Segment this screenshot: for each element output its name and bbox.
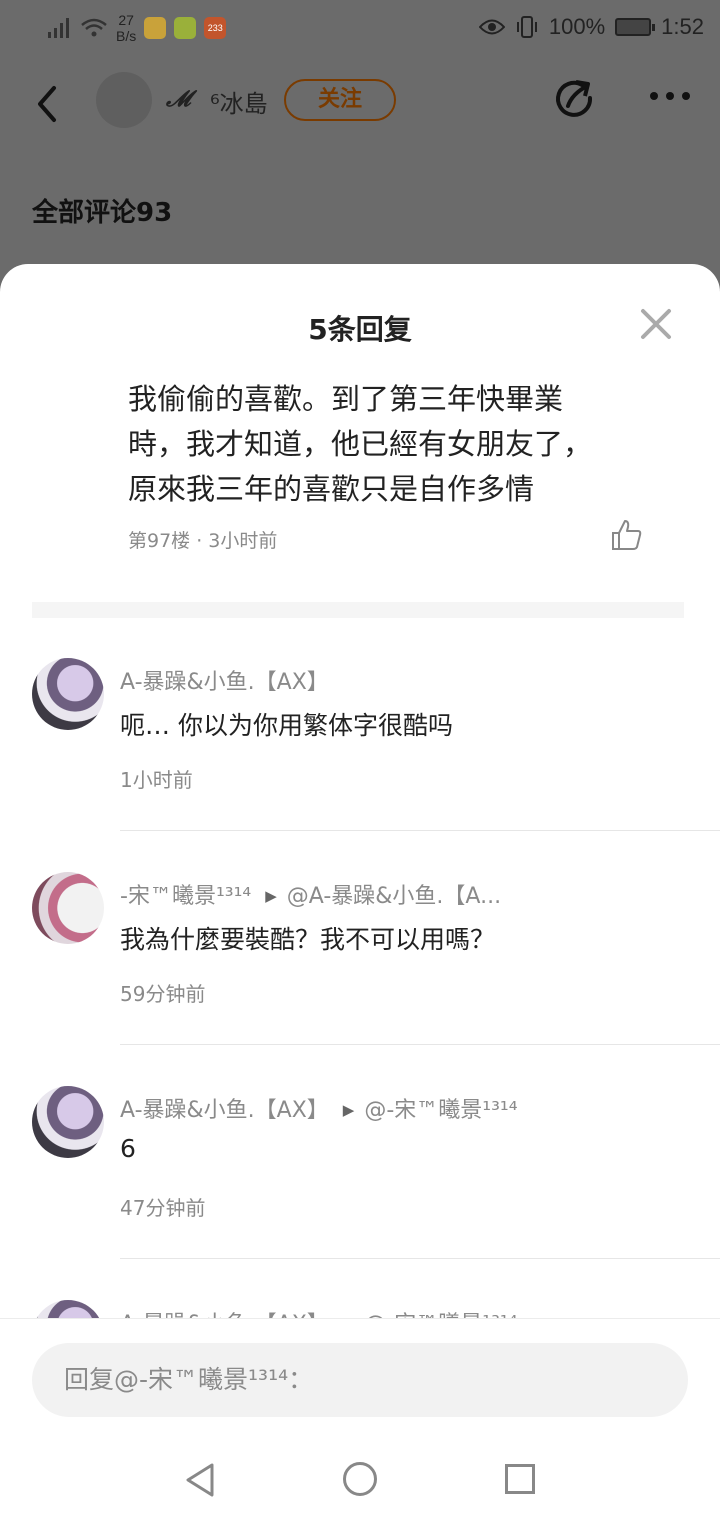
reply-target[interactable]: @A-暴躁&小鱼.【A... [287, 884, 501, 909]
system-nav-bar [0, 1440, 720, 1520]
status-bar: 27 B/s 233 100% 1:52 [0, 0, 720, 58]
reply-author[interactable]: A-暴躁&小鱼.【AX】▶@-宋™曦景¹³¹⁴ [120, 1092, 520, 1124]
eye-icon [478, 19, 505, 35]
status-right: 100% 1:52 [478, 14, 704, 40]
section-divider [32, 602, 684, 618]
reply-input[interactable]: 回复@-宋™曦景¹³¹⁴： [32, 1343, 688, 1417]
avatar[interactable] [32, 658, 104, 730]
reply-time: 59分钟前 [120, 982, 206, 1006]
avatar[interactable] [32, 1086, 104, 1158]
battery-percent: 100% [548, 14, 606, 39]
status-left: 27 B/s 233 [46, 12, 227, 44]
reply-time: 1小时前 [120, 768, 193, 792]
divider [120, 830, 720, 831]
video-app-icon [174, 17, 197, 39]
divider [120, 1044, 720, 1045]
share-icon[interactable] [554, 78, 598, 122]
author-avatar[interactable] [96, 72, 152, 128]
reply-arrow-icon: ▶ [265, 887, 277, 905]
all-comments-title: 全部评论93 [32, 198, 173, 228]
avatar[interactable] [32, 872, 104, 944]
clock: 1:52 [661, 14, 704, 39]
original-comment: 我偷偷的喜歡。到了第三年快畢業 時，我才知道，他已經有女朋友了， 原來我三年的喜… [128, 372, 668, 512]
vibrate-icon [516, 16, 537, 38]
sheet-title: 5条回复 [308, 313, 412, 346]
divider [120, 1258, 720, 1259]
thumbs-up-icon[interactable] [610, 518, 644, 552]
nav-home-icon[interactable] [343, 1462, 377, 1496]
reply-time: 47分钟前 [120, 1196, 206, 1220]
reply-text: 我為什麼要裝酷？我不可以用嗎？ [120, 925, 496, 954]
reply-text: 呃… 你以为你用繁体字很酷吗 [120, 711, 453, 740]
reply-text: 6 [120, 1134, 136, 1163]
author-name[interactable]: ⁶冰島 [210, 84, 268, 119]
reply-author[interactable]: -宋™曦景¹³¹⁴ ▶ @A-暴躁&小鱼.【A... [120, 878, 520, 910]
m-badge-icon: 𝓜 [166, 86, 191, 112]
reply-item[interactable]: -宋™曦景¹³¹⁴ ▶ @A-暴躁&小鱼.【A... 我為什麼要裝酷？我不可以用嗎？… [0, 856, 720, 1070]
top-header: 𝓜 ⁶冰島 关注 [0, 60, 720, 150]
more-options-icon[interactable] [650, 92, 690, 100]
reply-author[interactable]: A-暴躁&小鱼.【AX】 [120, 664, 520, 696]
reply-target[interactable]: @-宋™曦景¹³¹⁴ [364, 1098, 517, 1123]
net-speed: 27 B/s [116, 12, 137, 44]
nav-recent-icon[interactable] [505, 1464, 535, 1494]
reply-arrow-icon: ▶ [342, 1101, 355, 1119]
reply-item[interactable]: A-暴躁&小鱼.【AX】 ▶ @-宋™曦景¹³¹⁴ 6 47分钟前 [0, 1070, 720, 1284]
wifi-icon [81, 18, 107, 37]
original-comment-text: 我偷偷的喜歡。到了第三年快畢業 時，我才知道，他已經有女朋友了， 原來我三年的喜… [128, 382, 593, 506]
back-arrow-icon[interactable] [30, 82, 64, 126]
reply-item[interactable]: A-暴躁&小鱼.【AX】 呃… 你以为你用繁体字很酷吗 1小时前 [0, 642, 720, 856]
follow-button[interactable]: 关注 [284, 79, 396, 121]
close-icon[interactable] [638, 306, 674, 342]
app-badge-icon: 233 [204, 17, 227, 39]
original-comment-meta: 第97楼 · 3小时前 [128, 530, 278, 552]
battery-icon [615, 18, 656, 36]
gallery-app-icon [144, 17, 167, 39]
reply-input-bar: 回复@-宋™曦景¹³¹⁴： [0, 1318, 720, 1440]
signal-icon [48, 18, 69, 38]
nav-back-icon[interactable] [184, 1462, 218, 1498]
